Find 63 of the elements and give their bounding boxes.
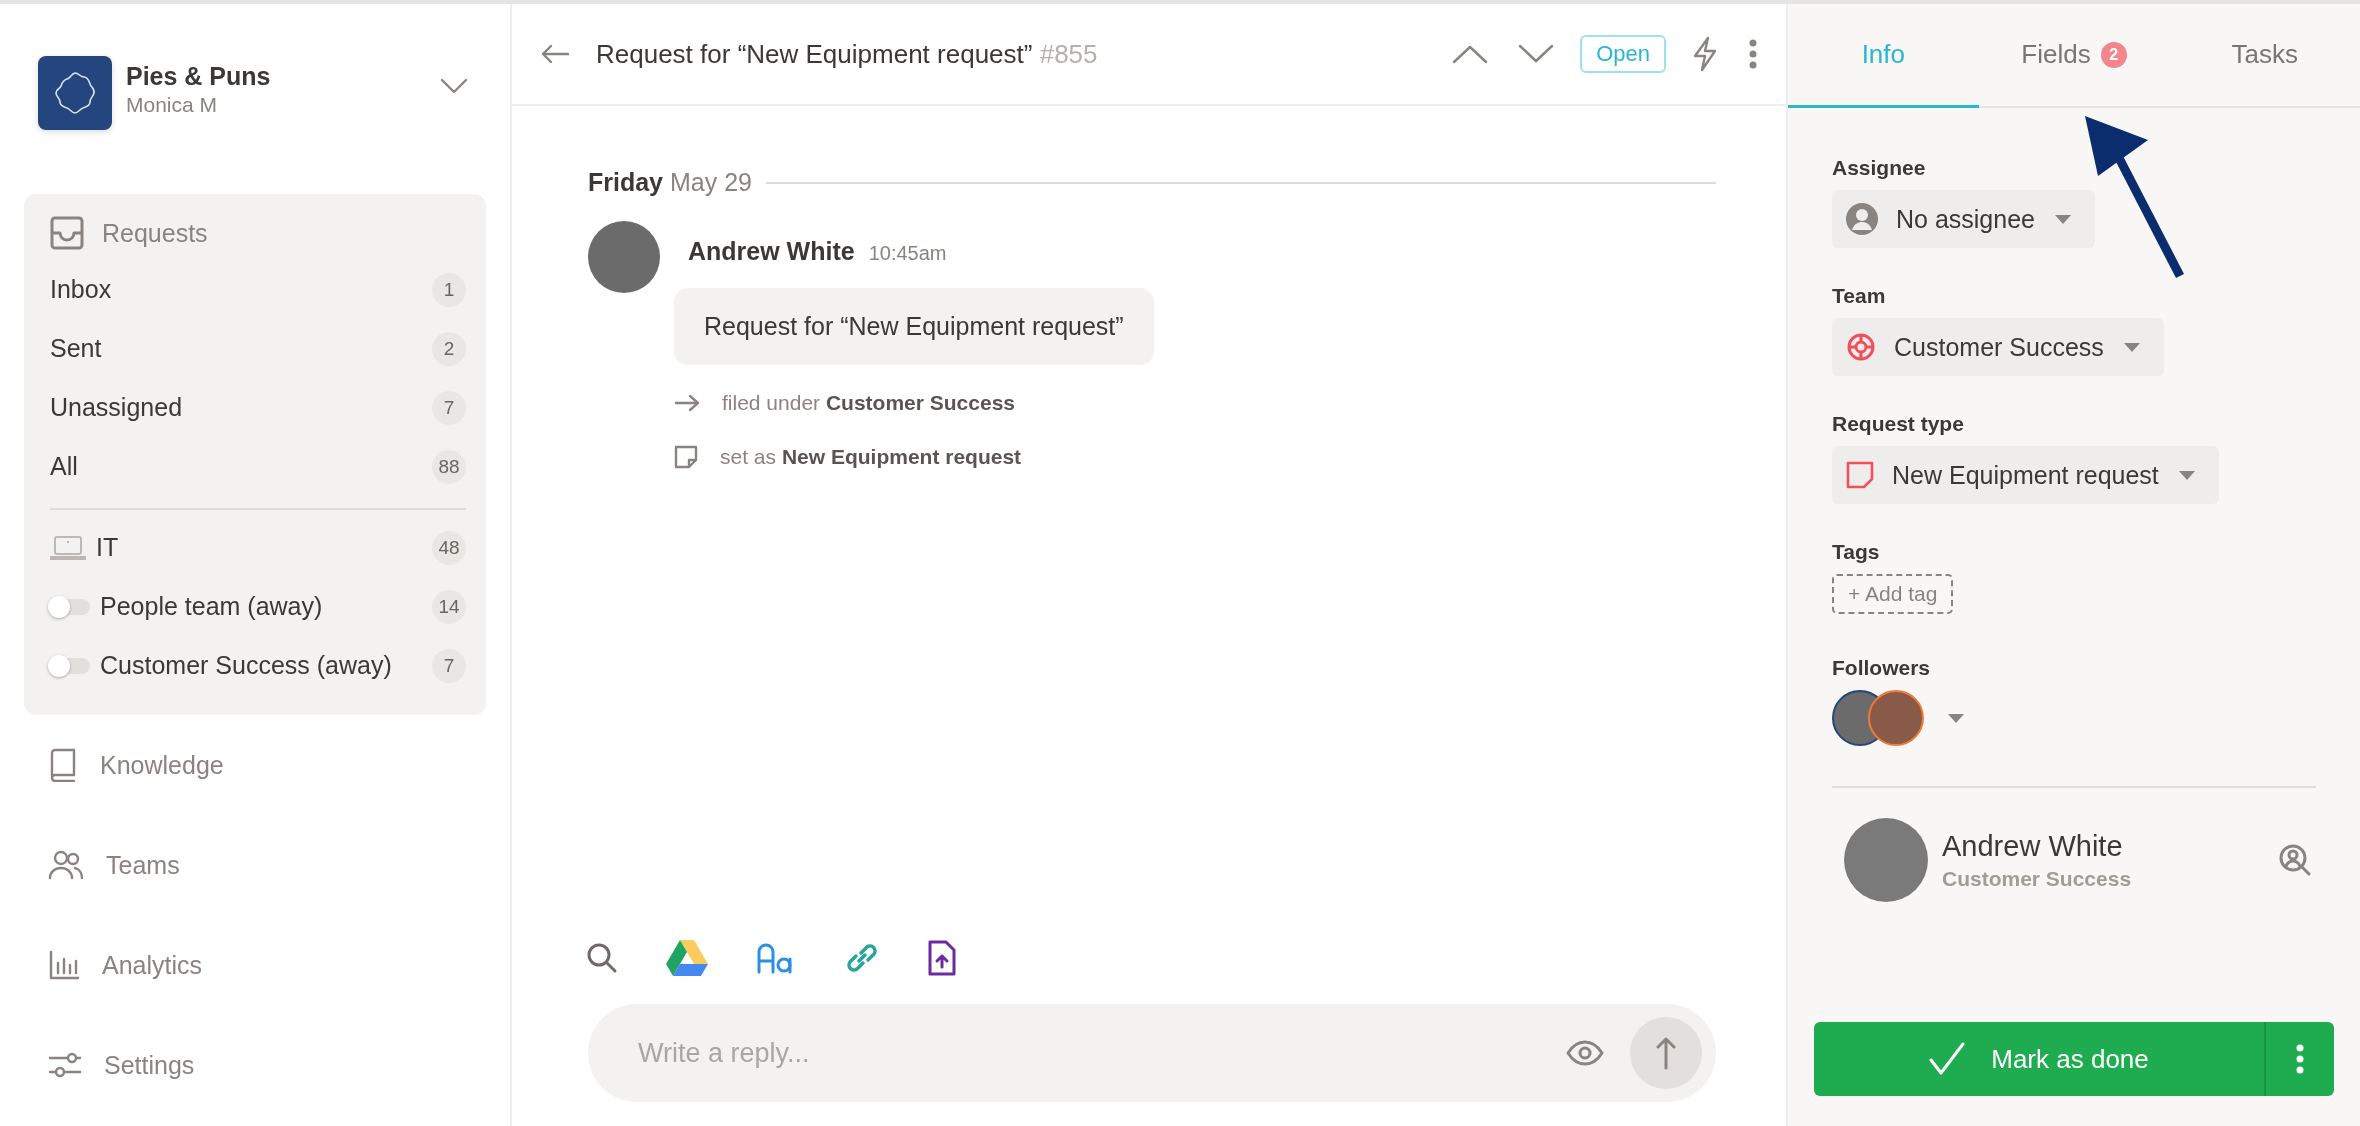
count-badge: 88	[432, 449, 466, 484]
caret-icon	[2053, 213, 2073, 225]
nav-item[interactable]: Settings	[24, 1015, 486, 1115]
nav-item[interactable]: Analytics	[24, 915, 486, 1015]
count-badge: 7	[432, 390, 466, 425]
laptop-icon	[50, 534, 86, 561]
caret-icon	[2176, 469, 2197, 481]
author-name: Andrew White	[688, 237, 855, 266]
field-label: Tags	[1832, 540, 1881, 564]
team-item[interactable]: IT 48	[38, 518, 466, 577]
field-label: Request type	[1832, 412, 1965, 436]
arrow-up-icon	[1656, 1036, 1676, 1070]
checkmark-icon	[1929, 1042, 1966, 1076]
arrow-right-icon	[674, 394, 700, 412]
avatar	[1868, 690, 1924, 746]
request-folder[interactable]: Inbox 1	[38, 260, 466, 319]
team-item[interactable]: Customer Success (away) 7	[38, 636, 466, 695]
message-bubble: Request for “New Equipment request”	[674, 288, 1154, 365]
person-icon	[1846, 203, 1878, 235]
send-button[interactable]	[1630, 1017, 1702, 1089]
request-folder[interactable]: Unassigned 7	[38, 378, 466, 437]
requester-team: Customer Success	[1942, 866, 2133, 891]
message-time: 10:45am	[868, 242, 947, 265]
date-heading: Friday May 29	[588, 168, 752, 197]
note-icon	[1846, 461, 1874, 489]
request-folder[interactable]: All 88	[38, 437, 466, 496]
user-name: Monica M	[126, 93, 219, 117]
request-title: Request for “New Equipment request” #855	[596, 38, 1099, 70]
request-folder[interactable]: Sent 2	[38, 319, 466, 378]
toggle-switch[interactable]	[50, 598, 90, 615]
nav-item[interactable]: Teams	[24, 815, 486, 915]
lifebuoy-icon	[1846, 332, 1876, 362]
count-badge: 14	[432, 589, 466, 624]
dropdown[interactable]: New Equipment request	[1832, 446, 2219, 504]
toggle-switch[interactable]	[50, 657, 90, 674]
book-icon	[48, 748, 78, 782]
team-item[interactable]: People team (away) 14	[38, 577, 466, 636]
count-badge: 2	[432, 331, 466, 366]
field-label: Team	[1832, 284, 1887, 308]
panel-tab[interactable]: Fields 2	[1978, 4, 2170, 108]
activity-text: filed under Customer Success	[722, 391, 1015, 415]
panel-tab[interactable]: Tasks	[2169, 4, 2360, 108]
workspace-name: Pies & Puns	[126, 62, 272, 91]
nav-item[interactable]: Knowledge	[24, 715, 486, 815]
reply-field[interactable]: Write a reply...	[636, 1036, 1540, 1070]
activity-text: set as New Equipment request	[720, 445, 1022, 469]
count-badge: 48	[432, 530, 466, 565]
count-badge: 2	[2100, 41, 2127, 68]
dropdown[interactable]: Customer Success	[1832, 318, 2164, 376]
workspace-logo[interactable]	[38, 56, 112, 130]
dropdown[interactable]: No assignee	[1832, 190, 2095, 248]
bar-chart-icon	[48, 949, 80, 981]
note-icon	[674, 445, 698, 469]
reply-bar[interactable]: Write a reply...	[588, 1004, 1716, 1102]
inbox-icon	[50, 216, 84, 250]
count-badge: 1	[432, 272, 466, 307]
people-icon	[48, 850, 84, 880]
field-label: Assignee	[1832, 156, 1927, 180]
caret-icon	[2121, 341, 2142, 353]
section-title: Requests	[102, 218, 208, 248]
count-badge: 7	[432, 648, 466, 683]
field-label: Followers	[1832, 656, 1932, 680]
requester-name: Andrew White	[1942, 829, 2124, 863]
